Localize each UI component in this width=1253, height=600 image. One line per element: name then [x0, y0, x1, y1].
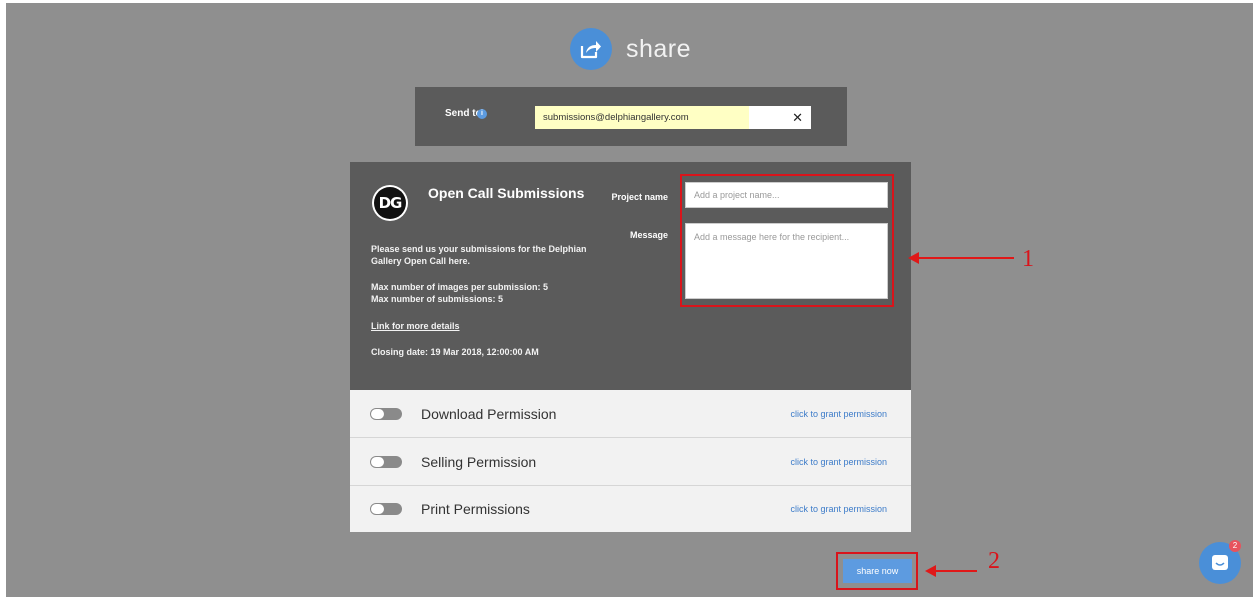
recipient-field[interactable]: submissions@delphiangallery.com ✕: [535, 106, 811, 129]
permission-label: Print Permissions: [421, 501, 530, 517]
page-title: share: [626, 34, 692, 63]
permission-label: Download Permission: [421, 405, 557, 422]
gallery-logo-mark: DG: [374, 187, 406, 219]
gallery-logo: DG: [372, 185, 408, 221]
closing-date-text: Closing date: 19 Mar 2018, 12:00:00 AM: [371, 347, 539, 357]
toggle-knob: [371, 504, 384, 514]
submission-title: Open Call Submissions: [428, 185, 585, 201]
print-permission-toggle[interactable]: [370, 503, 402, 515]
notification-badge: 2: [1229, 540, 1241, 552]
permission-row-download: Download Permission click to grant permi…: [350, 390, 911, 438]
close-icon[interactable]: ✕: [792, 106, 803, 129]
annotation-number-1: 1: [1022, 246, 1034, 272]
selling-permission-toggle[interactable]: [370, 455, 402, 468]
send-to-bar: Send to i submissions@delphiangallery.co…: [415, 87, 847, 146]
share-header: share: [570, 28, 691, 70]
annotation-highlight-form: [680, 174, 894, 307]
more-details-link[interactable]: Link for more details: [371, 321, 460, 331]
submission-description: Please send us your submissions for the …: [371, 244, 587, 266]
toggle-knob: [371, 408, 384, 419]
annotation-arrow-2: [925, 565, 977, 577]
toggle-knob: [371, 456, 384, 467]
max-images-text: Max number of images per submission: 5: [371, 282, 549, 292]
share-arrow-icon: [570, 28, 612, 70]
chat-widget-button[interactable]: 2: [1199, 540, 1241, 584]
recipient-email-chip: submissions@delphiangallery.com: [535, 106, 749, 129]
permission-row-print: Print Permissions click to grant permiss…: [350, 486, 911, 532]
download-permission-toggle[interactable]: [370, 407, 402, 420]
max-submissions-text: Max number of submissions: 5: [371, 294, 504, 304]
annotation-number-2: 2: [988, 548, 1000, 574]
grant-permission-link[interactable]: click to grant permission: [790, 457, 887, 467]
permission-row-selling: Selling Permission click to grant permis…: [350, 438, 911, 486]
annotation-arrow-1: [908, 252, 1014, 264]
grant-permission-link[interactable]: click to grant permission: [790, 409, 887, 419]
info-icon[interactable]: i: [477, 109, 487, 119]
project-name-label: Project name: [611, 192, 668, 202]
permission-label: Selling Permission: [421, 453, 537, 470]
message-label: Message: [629, 230, 668, 240]
grant-permission-link[interactable]: click to grant permission: [790, 504, 887, 514]
annotation-highlight-share: [836, 552, 918, 590]
